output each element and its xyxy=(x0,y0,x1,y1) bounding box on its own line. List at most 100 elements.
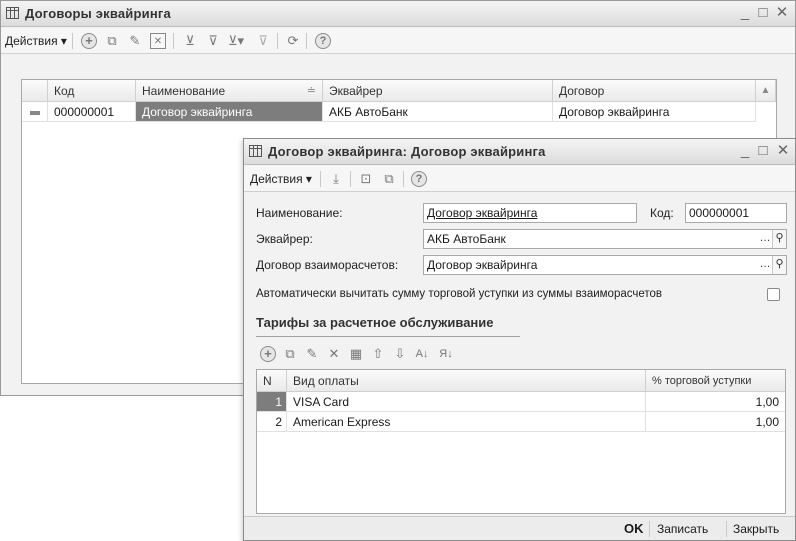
cell-discount[interactable]: 1,00 xyxy=(646,412,785,432)
delete-icon[interactable]: ✕ xyxy=(326,346,342,362)
tariffs-toolbar: + ⧉ ✎ ✕ ▦ ⇧ ⇩ A↓ Я↓ xyxy=(256,343,516,365)
separator xyxy=(306,33,307,49)
sort-ascending-icon[interactable]: A↓ xyxy=(414,346,430,362)
code-input[interactable]: 000000001 xyxy=(685,203,787,223)
filter-history-icon[interactable]: ⊻▾ xyxy=(228,33,244,49)
separator xyxy=(403,171,404,187)
column-header-discount[interactable]: % торговой уступки xyxy=(646,370,785,392)
column-header-payment-type[interactable]: Вид оплаты xyxy=(287,370,646,392)
acquirer-input[interactable]: АКБ АвтоБанк … ⚲ xyxy=(423,229,787,249)
main-toolbar: Действия ▾ + ⧉ ✎ ✕ ⊻ ⊽ ⊻▾ ⊽ ⟳ ? xyxy=(1,28,795,54)
filter-value-icon[interactable]: ⊽ xyxy=(205,33,221,49)
form-window-title: Договор эквайринга: Договор эквайринга xyxy=(268,144,546,159)
form-titlebar: Договор эквайринга: Договор эквайринга _… xyxy=(244,139,795,165)
list-form-icon xyxy=(6,7,19,19)
auto-deduct-checkbox[interactable] xyxy=(767,288,780,301)
edit-icon[interactable]: ✎ xyxy=(127,33,143,49)
name-label: Наименование: xyxy=(256,206,343,220)
cell-code[interactable]: 000000001 xyxy=(48,102,136,122)
actions-menu-button[interactable]: Действия ▾ xyxy=(250,170,312,188)
reread-icon[interactable]: ⊡ xyxy=(358,171,374,187)
separator xyxy=(726,521,727,537)
form-bottom-bar: OK Записать Закрыть xyxy=(244,516,795,540)
copy-document-icon[interactable]: ⧉ xyxy=(381,171,397,187)
cell-acquirer[interactable]: АКБ АвтоБанк xyxy=(323,102,553,122)
separator xyxy=(320,171,321,187)
tariffs-section-title: Тарифы за расчетное обслуживание xyxy=(256,315,520,337)
cell-n[interactable]: 2 xyxy=(257,412,287,432)
move-up-icon[interactable]: ⇧ xyxy=(370,346,386,362)
contract-form-window: Договор эквайринга: Договор эквайринга _… xyxy=(243,138,796,541)
sort-descending-icon[interactable]: Я↓ xyxy=(438,346,454,362)
select-button[interactable]: … xyxy=(758,230,772,248)
item-form-icon xyxy=(249,145,262,157)
end-edit-icon[interactable]: ▦ xyxy=(348,346,364,362)
close-icon[interactable]: ✕ xyxy=(775,143,791,159)
separator xyxy=(277,33,278,49)
sort-icon: ≐ xyxy=(306,85,316,97)
column-header-code[interactable]: Код xyxy=(48,80,136,102)
column-header-n[interactable]: N xyxy=(257,370,287,392)
separator xyxy=(649,521,650,537)
actions-label: Действия xyxy=(250,172,303,186)
search-icon[interactable]: ⚲ xyxy=(772,230,786,248)
save-button[interactable]: Записать xyxy=(657,522,708,536)
save-and-close-icon[interactable]: ⤓ xyxy=(328,171,344,187)
acquirer-label: Эквайрер: xyxy=(256,232,313,246)
filter-icon[interactable]: ⊻ xyxy=(182,33,198,49)
separator xyxy=(173,33,174,49)
add-icon[interactable]: + xyxy=(81,33,97,49)
cell-name[interactable]: Договор эквайринга xyxy=(136,102,323,122)
settlement-contract-value: Договор эквайринга xyxy=(427,258,538,272)
tariffs-table[interactable]: N Вид оплаты % торговой уступки 1 VISA C… xyxy=(256,369,786,514)
delete-icon[interactable]: ✕ xyxy=(150,33,166,49)
name-input[interactable]: Договор эквайринга xyxy=(423,203,637,223)
select-button[interactable]: … xyxy=(758,256,772,274)
cell-contract[interactable]: Договор эквайринга xyxy=(553,102,756,122)
separator xyxy=(72,33,73,49)
maximize-icon[interactable]: □ xyxy=(755,5,771,21)
table-row[interactable]: 1 VISA Card 1,00 xyxy=(257,392,785,412)
scroll-up-icon[interactable]: ▲ xyxy=(756,80,776,102)
copy-icon[interactable]: ⧉ xyxy=(282,346,298,362)
separator xyxy=(350,171,351,187)
settlement-contract-input[interactable]: Договор эквайринга … ⚲ xyxy=(423,255,787,275)
help-icon[interactable]: ? xyxy=(411,171,427,187)
code-label: Код: xyxy=(650,206,674,220)
table-row[interactable]: 000000001 Договор эквайринга АКБ АвтоБан… xyxy=(22,102,756,122)
maximize-icon[interactable]: □ xyxy=(755,143,771,159)
table-row[interactable]: 2 American Express 1,00 xyxy=(257,412,785,432)
copy-icon[interactable]: ⧉ xyxy=(104,33,120,49)
close-button[interactable]: Закрыть xyxy=(733,522,779,536)
close-icon[interactable]: ✕ xyxy=(774,5,790,21)
column-header-name[interactable]: Наименование ≐ xyxy=(136,80,323,102)
cell-n[interactable]: 1 xyxy=(257,392,287,412)
ok-button[interactable]: OK xyxy=(624,521,644,536)
main-titlebar: Договоры эквайринга _ □ ✕ xyxy=(1,1,795,27)
column-header-acquirer[interactable]: Эквайрер xyxy=(323,80,553,102)
column-header-contract[interactable]: Договор xyxy=(553,80,756,102)
cell-discount[interactable]: 1,00 xyxy=(646,392,785,412)
form-toolbar: Действия ▾ ⤓ ⊡ ⧉ ? xyxy=(244,166,795,192)
main-window-title: Договоры эквайринга xyxy=(25,6,171,21)
search-icon[interactable]: ⚲ xyxy=(772,256,786,274)
help-icon[interactable]: ? xyxy=(315,33,331,49)
acquirer-input-value: АКБ АвтоБанк xyxy=(427,232,506,246)
edit-icon[interactable]: ✎ xyxy=(304,346,320,362)
cell-payment-type[interactable]: American Express xyxy=(287,412,646,432)
column-header-name-label: Наименование xyxy=(142,84,226,98)
row-marker-header xyxy=(22,80,48,102)
clear-filter-icon[interactable]: ⊽ xyxy=(255,33,271,49)
minimize-icon[interactable]: _ xyxy=(737,5,753,21)
actions-menu-button[interactable]: Действия ▾ xyxy=(5,32,67,50)
row-marker-icon xyxy=(22,102,48,122)
move-down-icon[interactable]: ⇩ xyxy=(392,346,408,362)
add-icon[interactable]: + xyxy=(260,346,276,362)
cell-payment-type[interactable]: VISA Card xyxy=(287,392,646,412)
refresh-icon[interactable]: ⟳ xyxy=(285,33,301,49)
actions-label: Действия xyxy=(5,34,58,48)
settlement-contract-label: Договор взаиморасчетов: xyxy=(256,258,399,272)
auto-deduct-label: Автоматически вычитать сумму торговой ус… xyxy=(256,288,662,300)
tariffs-section-title-text: Тарифы за расчетное обслуживание xyxy=(256,315,494,330)
minimize-icon[interactable]: _ xyxy=(737,143,753,159)
